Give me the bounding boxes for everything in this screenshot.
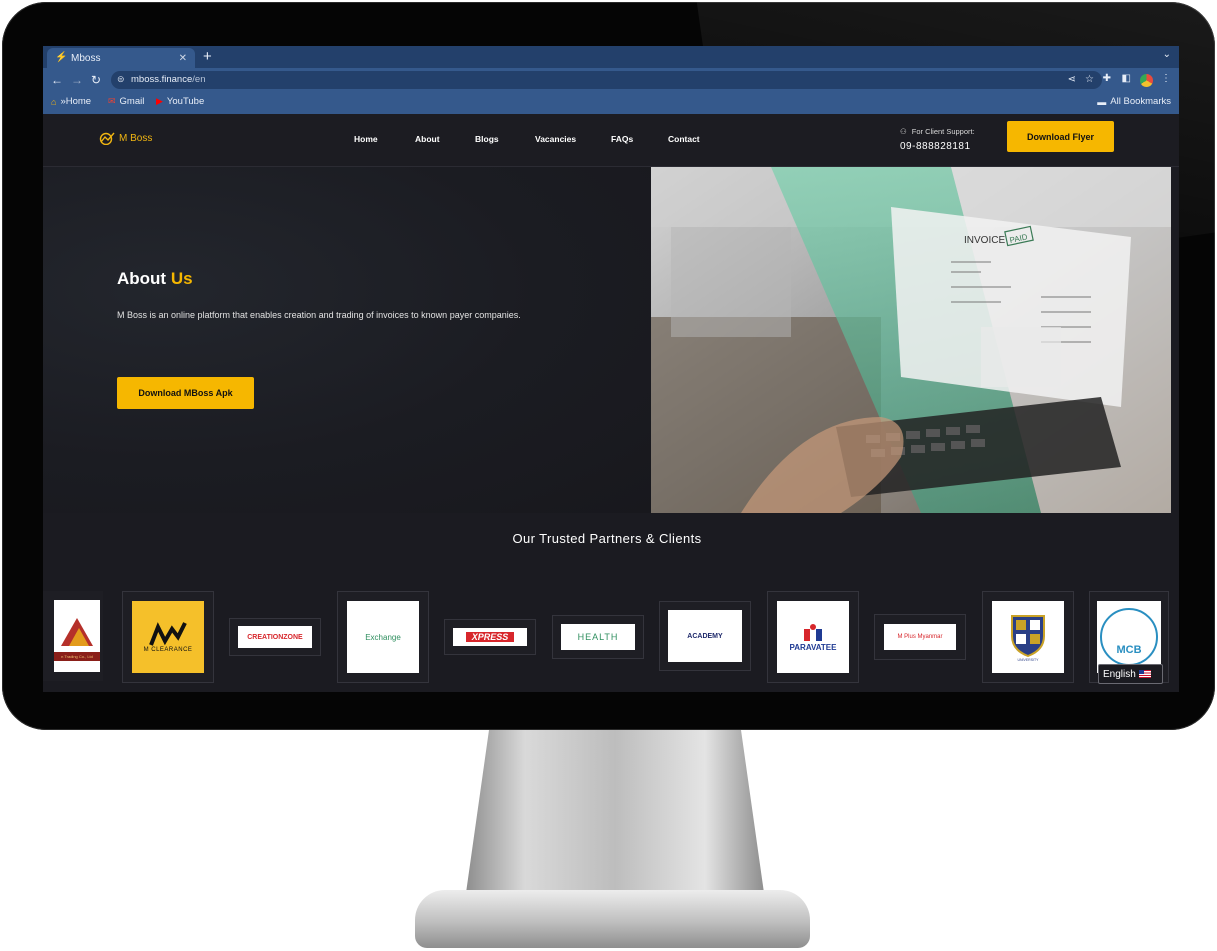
- mclearance-logo-icon: [149, 622, 187, 646]
- partner-logo-trading[interactable]: n Trading Co., Ltd: [43, 591, 103, 681]
- partner-logo-mclearance[interactable]: M CLEARANCE: [122, 591, 214, 683]
- monitor-stand-neck: [465, 730, 765, 900]
- profile-avatar[interactable]: [1140, 74, 1153, 87]
- browser-toolbar: ← → ↻ ⊜ mboss.finance/en ⋖ ☆ ✚ ◧ ⋮: [43, 68, 1179, 92]
- mcb-peacock-emblem: MCB: [1100, 608, 1158, 666]
- home-bookmark-icon: ⌂: [51, 96, 57, 107]
- hero-section: About Us M Boss is an online platform th…: [43, 167, 651, 513]
- partner-logo-mplus[interactable]: M Plus Myanmar: [874, 614, 966, 660]
- partner-logo-mxpress[interactable]: XPRESS: [444, 619, 536, 655]
- share-icon[interactable]: ⋖: [1068, 74, 1076, 85]
- download-apk-button[interactable]: Download MBoss Apk: [117, 377, 254, 409]
- bookmark-home[interactable]: ⌂ »Home: [51, 96, 91, 107]
- nav-vacancies[interactable]: Vacancies: [535, 134, 576, 144]
- mboss-logo-icon: [99, 132, 115, 145]
- browser-menu-icon[interactable]: ⋮: [1161, 73, 1171, 84]
- nav-faqs[interactable]: FAQs: [611, 134, 633, 144]
- gmail-icon: ✉: [108, 96, 116, 106]
- close-tab-icon[interactable]: ✕: [179, 53, 187, 64]
- university-crest-icon: [1011, 615, 1045, 658]
- download-flyer-button[interactable]: Download Flyer: [1007, 121, 1114, 152]
- language-selector[interactable]: English: [1098, 664, 1163, 684]
- monitor-stand-base: [415, 890, 810, 948]
- about-title: About Us: [117, 269, 193, 288]
- forward-icon[interactable]: →: [71, 72, 83, 88]
- all-bookmarks[interactable]: ▬ All Bookmarks: [1097, 96, 1171, 107]
- site-logo[interactable]: M Boss: [99, 131, 152, 145]
- reload-icon[interactable]: ↻: [91, 72, 101, 88]
- partners-title: Our Trusted Partners & Clients: [512, 531, 702, 546]
- trading-logo-icon: [61, 617, 93, 646]
- support-person-icon: ⚇: [900, 127, 907, 136]
- back-icon[interactable]: ←: [51, 72, 63, 88]
- hero-image: INVOICE PAID: [651, 167, 1171, 513]
- support-phone[interactable]: 09-888828181: [900, 141, 971, 152]
- partner-logo-university[interactable]: UNIVERSITY: [982, 591, 1074, 683]
- nav-blogs[interactable]: Blogs: [475, 134, 499, 144]
- partner-logo-creationzone[interactable]: CREATIONZONE: [229, 618, 321, 656]
- tab-title: Mboss: [71, 52, 101, 64]
- support-label: ⚇ For Client Support:: [900, 127, 975, 136]
- mboss-favicon-icon: ⚡: [55, 52, 68, 63]
- partner-logo-paravatee[interactable]: PARAVATEE: [767, 591, 859, 683]
- url-text: mboss.finance/en: [131, 74, 206, 85]
- invoice-text: INVOICE: [964, 235, 1005, 246]
- nav-home[interactable]: Home: [354, 134, 378, 144]
- invoice-laptop-illustration: INVOICE PAID: [651, 167, 1171, 513]
- bookmarks-bar: ⌂ »Home ✉ Gmail ▶ YouTube ▬ All Bookmark…: [43, 92, 1179, 114]
- nav-about[interactable]: About: [415, 134, 440, 144]
- folder-icon: ▬: [1097, 96, 1107, 107]
- paravatee-logo-icon: [804, 623, 822, 641]
- browser-tab[interactable]: ⚡ Mboss ✕: [47, 48, 195, 68]
- bookmark-youtube[interactable]: ▶ YouTube: [156, 96, 204, 107]
- side-panel-icon[interactable]: ◧: [1122, 73, 1131, 84]
- partners-section: Our Trusted Partners & Clients n Trading…: [43, 513, 1171, 692]
- site-header: M Boss Home About Blogs Vacancies FAQs C…: [43, 114, 1179, 167]
- partner-logo-macademy[interactable]: ACADEMY: [659, 601, 751, 671]
- extensions-icon[interactable]: ✚: [1103, 73, 1111, 84]
- partner-logo-mhealth[interactable]: HEALTH: [552, 615, 644, 659]
- new-tab-button[interactable]: +: [203, 48, 212, 66]
- tab-search-chevron-icon[interactable]: ⌄: [1163, 49, 1171, 60]
- us-flag-icon: [1138, 670, 1151, 678]
- about-description: M Boss is an online platform that enable…: [117, 310, 521, 320]
- address-bar[interactable]: ⊜ mboss.finance/en ⋖ ☆: [111, 71, 1102, 89]
- browser-tab-bar: ⚡ Mboss ✕ + ⌄: [43, 46, 1179, 68]
- monitor-screen: ⚡ Mboss ✕ + ⌄ ← → ↻ ⊜ mboss.finance/en ⋖…: [43, 46, 1179, 692]
- site-info-icon[interactable]: ⊜: [117, 74, 125, 85]
- nav-contact[interactable]: Contact: [668, 134, 700, 144]
- bookmark-star-icon[interactable]: ☆: [1085, 74, 1094, 85]
- bookmark-gmail[interactable]: ✉ Gmail: [108, 96, 144, 107]
- youtube-icon: ▶: [156, 96, 163, 106]
- partner-logo-mexchange[interactable]: Exchange: [337, 591, 429, 683]
